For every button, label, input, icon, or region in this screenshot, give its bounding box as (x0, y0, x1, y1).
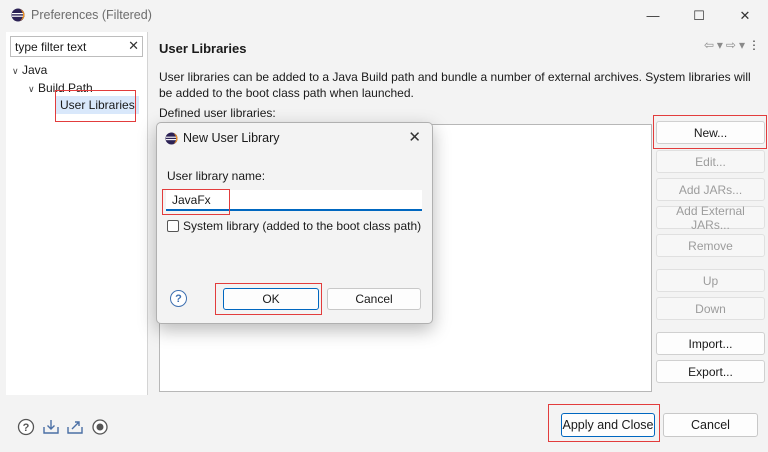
library-name-label: User library name: (167, 169, 266, 183)
tree-item-label: Build Path (38, 81, 93, 95)
export-button[interactable]: Export... (656, 360, 765, 383)
ok-button[interactable]: OK (223, 288, 319, 310)
page-title: User Libraries (159, 41, 247, 56)
eclipse-logo-icon (165, 132, 178, 145)
import-icon[interactable] (42, 418, 60, 436)
back-arrow-icon[interactable]: ⇦ (704, 38, 714, 52)
defined-libraries-label: Defined user libraries: (159, 106, 276, 120)
page-navigation: ⇦ ▾ ⇨ ▾ ⋮ (704, 38, 760, 52)
remove-button[interactable]: Remove (656, 234, 765, 257)
forward-menu-icon[interactable]: ▾ (739, 38, 745, 52)
tree-item-user-libraries[interactable]: User Libraries (56, 96, 139, 114)
close-icon: ✕ (739, 7, 751, 23)
tree-item-java[interactable]: ∨ Java (12, 63, 47, 77)
export-icon[interactable] (66, 418, 84, 436)
window-title: Preferences (Filtered) (31, 8, 152, 22)
import-button[interactable]: Import... (656, 332, 765, 355)
help-icon[interactable]: ? (17, 418, 35, 436)
add-jars-button[interactable]: Add JARs... (656, 178, 765, 201)
clear-filter-icon[interactable]: ✕ (128, 38, 139, 54)
tree-item-label: User Libraries (60, 98, 135, 112)
back-menu-icon[interactable]: ▾ (717, 38, 723, 52)
chevron-down-icon[interactable]: ∨ (12, 66, 22, 77)
dialog-help-icon[interactable]: ? (170, 290, 187, 307)
record-icon[interactable] (91, 418, 109, 436)
filter-input[interactable] (15, 39, 123, 54)
tree-item-label: Java (22, 63, 48, 77)
system-library-label: System library (added to the boot class … (183, 219, 422, 233)
minimize-icon: — (646, 8, 660, 23)
new-user-library-dialog: New User Library ✕ User library name: Sy… (156, 122, 433, 324)
add-external-jars-button[interactable]: Add External JARs... (656, 204, 765, 232)
up-button[interactable]: Up (656, 269, 765, 292)
edit-button[interactable]: Edit... (656, 150, 765, 173)
filter-box: ✕ (10, 36, 143, 57)
dialog-title: New User Library (183, 131, 280, 145)
library-name-input[interactable] (166, 190, 422, 211)
maximize-icon: ☐ (693, 7, 705, 23)
title-bar: Preferences (Filtered) — ☐ ✕ (0, 0, 768, 31)
tree-item-build-path[interactable]: ∨ Build Path (28, 81, 93, 95)
close-window-button[interactable]: ✕ (722, 0, 768, 31)
maximize-button[interactable]: ☐ (676, 0, 722, 31)
system-library-option[interactable]: System library (added to the boot class … (167, 219, 421, 233)
apply-and-close-button[interactable]: Apply and Close (561, 413, 655, 437)
dialog-close-icon[interactable]: ✕ (408, 128, 421, 146)
cancel-button[interactable]: Cancel (663, 413, 758, 437)
dialog-cancel-button[interactable]: Cancel (327, 288, 421, 310)
more-options-icon[interactable]: ⋮ (748, 38, 760, 52)
eclipse-logo-icon (11, 8, 25, 22)
down-button[interactable]: Down (656, 297, 765, 320)
minimize-button[interactable]: — (630, 0, 676, 31)
chevron-down-icon[interactable]: ∨ (28, 84, 38, 95)
page-description: User libraries can be added to a Java Bu… (159, 70, 751, 100)
new-library-button[interactable]: New... (656, 121, 765, 144)
forward-arrow-icon[interactable]: ⇨ (726, 38, 736, 52)
svg-text:?: ? (23, 422, 30, 434)
preferences-tree-pane: ✕ ∨Java ∨Build Path User Libraries (6, 32, 148, 395)
preferences-window: Preferences (Filtered) — ☐ ✕ ✕ ∨Java ∨Bu… (0, 0, 768, 452)
system-library-checkbox[interactable] (167, 220, 179, 232)
